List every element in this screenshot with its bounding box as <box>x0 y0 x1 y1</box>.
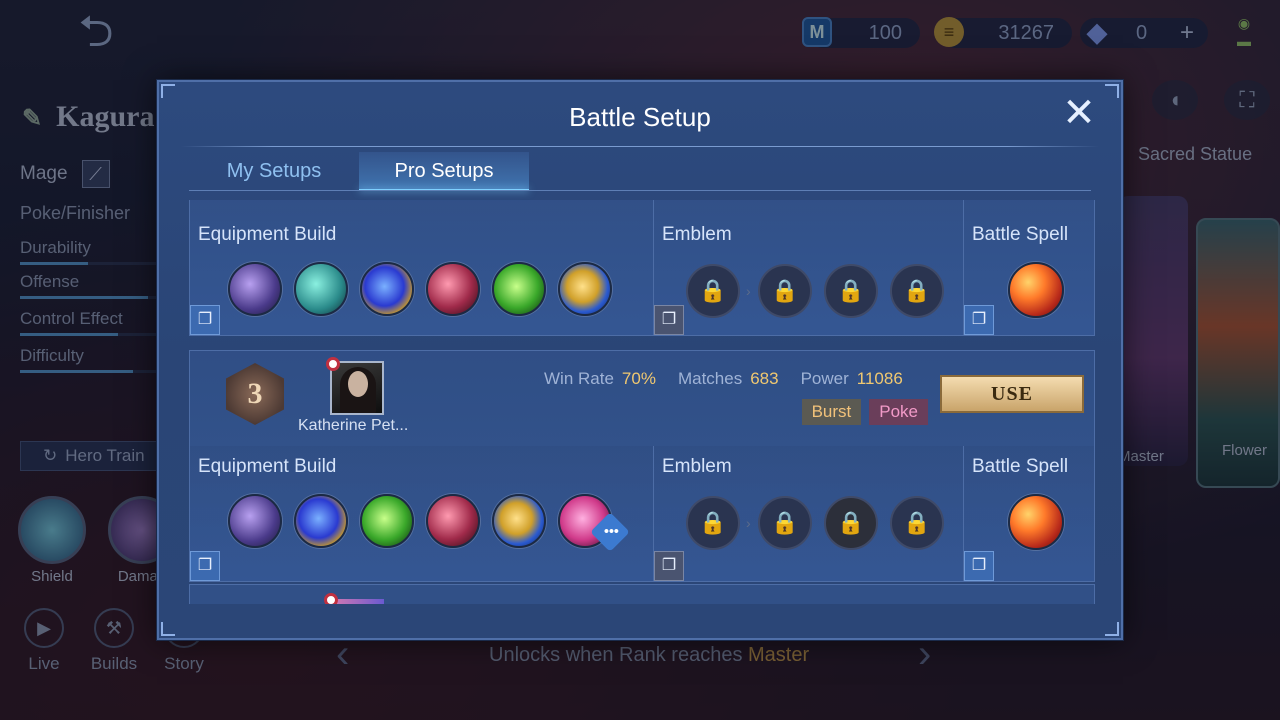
section-title: Emblem <box>662 224 732 245</box>
item-list <box>228 262 612 316</box>
section-title: Battle Spell <box>972 456 1069 477</box>
divider <box>189 190 1091 191</box>
rank-badge: 3 <box>226 363 284 425</box>
locked-talent-icon[interactable]: 🔒 <box>758 496 812 550</box>
emblem-list: 🔒 › 🔒 🔒 🔒 <box>686 264 944 318</box>
boots-icon[interactable] <box>228 494 282 548</box>
matches: Matches 683 <box>677 369 779 388</box>
avatar[interactable] <box>330 599 384 604</box>
spell-section: Battle Spell ❐ <box>963 446 1094 581</box>
copy-build-icon[interactable]: ❐ <box>190 551 220 581</box>
copy-emblem-icon[interactable]: ❐ <box>654 551 684 581</box>
locked-talent-icon[interactable]: 🔒 <box>824 264 878 318</box>
locked-talent-icon[interactable]: 🔒 <box>758 264 812 318</box>
corner-ornament <box>1105 84 1119 98</box>
pro-player-row <box>189 584 1095 604</box>
use-button[interactable]: USE <box>940 375 1084 413</box>
flameshot-icon[interactable] <box>1008 494 1064 550</box>
locked-talent-icon[interactable]: 🔒 <box>890 264 944 318</box>
emblem-section: Emblem 🔒 › 🔒 🔒 🔒 ❐ <box>653 200 963 335</box>
copy-spell-icon[interactable]: ❐ <box>964 551 994 581</box>
section-title: Battle Spell <box>972 224 1069 245</box>
badge-dot-icon <box>326 357 340 371</box>
pink-orb-icon[interactable]: ••• <box>558 494 630 552</box>
orb-icon[interactable] <box>294 494 348 548</box>
trident-icon[interactable] <box>558 262 612 316</box>
modal-title: Battle Setup <box>569 102 711 132</box>
power: Power 11086 <box>800 369 903 388</box>
section-title: Equipment Build <box>198 224 337 245</box>
divider <box>181 146 1099 147</box>
battle-setup-modal: Battle Setup ✕ My Setups Pro Setups Equi… <box>157 80 1123 640</box>
spell-section: Battle Spell ❐ <box>963 200 1094 335</box>
tab-my-setups[interactable]: My Setups <box>189 152 359 190</box>
locked-talent-icon[interactable]: 🔒 <box>686 496 740 550</box>
more-options-icon[interactable]: ••• <box>590 512 630 552</box>
boots-icon[interactable] <box>228 262 282 316</box>
staff-icon[interactable] <box>294 262 348 316</box>
badge-dot-icon <box>324 593 338 604</box>
equipment-section: Equipment Build ❐ <box>190 200 653 335</box>
emblem-section: Emblem 🔒 › 🔒 🔒 🔒 ❐ <box>653 446 963 581</box>
avatar[interactable] <box>330 361 384 415</box>
chevron-right-icon: › <box>746 515 751 531</box>
tag-burst: Burst <box>801 399 862 425</box>
playstyle-tags: Burst Poke <box>801 399 928 425</box>
wand-icon[interactable] <box>426 262 480 316</box>
item-list: ••• <box>228 494 630 552</box>
trident-icon[interactable] <box>492 494 546 548</box>
section-title: Emblem <box>662 456 732 477</box>
tag-poke: Poke <box>869 399 928 425</box>
win-rate: Win Rate 70% <box>544 369 656 388</box>
pro-player-name: Katherine Pet... <box>298 417 409 434</box>
emblem-list: 🔒 › 🔒 🔒 🔒 <box>686 496 944 550</box>
locked-talent-icon[interactable]: 🔒 <box>890 496 944 550</box>
chevron-right-icon: › <box>746 283 751 299</box>
pro-player-row: 3 Katherine Pet... Win Rate 70% Matches 68… <box>189 350 1095 446</box>
corner-ornament <box>161 84 175 98</box>
close-icon[interactable]: ✕ <box>1059 93 1099 134</box>
build-row: Equipment Build ••• ❐ Emblem 🔒 › 🔒 🔒 🔒 ❐… <box>189 446 1095 582</box>
copy-build-icon[interactable]: ❐ <box>190 305 220 335</box>
wand-icon[interactable] <box>426 494 480 548</box>
equipment-section: Equipment Build ••• ❐ <box>190 446 653 581</box>
flameshot-icon[interactable] <box>1008 262 1064 318</box>
corner-ornament <box>161 622 175 636</box>
corner-ornament <box>1105 622 1119 636</box>
pro-stats: Win Rate 70% Matches 683 Power 11086 <box>544 369 903 389</box>
copy-emblem-icon[interactable]: ❐ <box>654 305 684 335</box>
locked-talent-icon[interactable]: 🔒 <box>824 496 878 550</box>
crystal-icon[interactable] <box>360 494 414 548</box>
setup-tabs: My Setups Pro Setups <box>189 152 529 191</box>
build-row: Equipment Build ❐ Emblem 🔒 › 🔒 🔒 🔒 ❐ Bat… <box>189 200 1095 336</box>
locked-talent-icon[interactable]: 🔒 <box>686 264 740 318</box>
section-title: Equipment Build <box>198 456 337 477</box>
orb-icon[interactable] <box>360 262 414 316</box>
copy-spell-icon[interactable]: ❐ <box>964 305 994 335</box>
crystal-icon[interactable] <box>492 262 546 316</box>
tab-pro-setups[interactable]: Pro Setups <box>359 152 529 191</box>
setups-list[interactable]: Equipment Build ❐ Emblem 🔒 › 🔒 🔒 🔒 ❐ Bat… <box>189 200 1095 604</box>
